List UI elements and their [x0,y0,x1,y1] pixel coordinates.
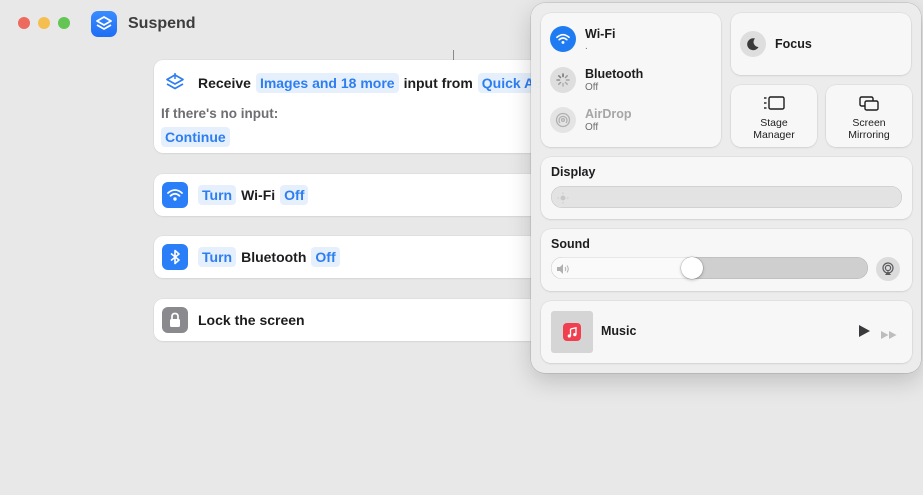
receive-icon [163,71,187,95]
control-center-panel: Wi-Fi . Bluetooth Off AirDrop Off Focus [531,3,921,373]
bluetooth-label: Bluetooth [585,67,644,81]
music-tile[interactable]: Music [541,301,912,363]
wifi-label: Wi-Fi [585,27,616,41]
display-brightness-slider[interactable] [551,186,902,208]
stage-manager-icon [762,95,786,116]
wifi-object-label: Wi-Fi [241,187,276,203]
sound-volume-slider[interactable] [551,257,868,279]
insertion-caret [453,50,454,60]
lock-screen-action[interactable]: Lock the screen [154,299,554,341]
music-note-icon [563,323,581,341]
stage-manager-label-line2: Manager [753,129,795,141]
bluetooth-icon [162,244,188,270]
airdrop-icon [550,107,576,133]
input-types-token[interactable]: Images and 18 more [255,73,399,93]
sound-label: Sound [551,237,590,251]
lock-screen-label: Lock the screen [198,312,305,328]
screen-mirroring-label-line1: Screen [852,117,886,129]
airdrop-label: AirDrop [585,107,632,121]
play-icon[interactable] [857,324,871,343]
speaker-icon [556,262,570,280]
bluetooth-object-label: Bluetooth [241,249,307,265]
bluetooth-status: Off [585,82,599,93]
music-artwork [551,311,593,353]
bluetooth-toggle[interactable]: Bluetooth Off [541,57,721,97]
input-from-label: input from [403,75,473,91]
bluetooth-verb-token[interactable]: Turn [198,247,237,267]
bluetooth-state-token[interactable]: Off [311,247,340,267]
turn-bluetooth-action[interactable]: Turn Bluetooth Off [154,236,554,278]
no-input-label: If there's no input: [161,106,279,121]
music-label: Music [601,324,637,338]
wifi-state-token[interactable]: Off [280,185,309,205]
shortcuts-app-icon [91,11,117,37]
no-input-action-token[interactable]: Continue [161,127,230,147]
airdrop-status: Off [585,122,599,133]
forward-icon[interactable] [880,327,898,345]
wifi-verb-token[interactable]: Turn [198,185,237,205]
screen-mirroring-icon [859,95,879,116]
receive-label: Receive [198,75,251,91]
screen-mirroring-label-line2: Mirroring [848,129,890,141]
wifi-toggle[interactable]: Wi-Fi . [541,13,721,57]
lock-icon [162,307,188,333]
wifi-status: . [585,41,588,52]
airplay-icon[interactable] [876,257,900,281]
wifi-icon [550,26,576,52]
maximize-button[interactable] [58,17,70,29]
moon-icon [740,31,766,57]
close-button[interactable] [18,17,30,29]
sun-icon [557,191,569,209]
focus-label: Focus [775,37,812,51]
sound-tile: Sound [541,229,912,291]
screen-mirroring-tile[interactable]: Screen Mirroring [826,85,912,147]
bluetooth-loading-icon [550,67,576,93]
display-label: Display [551,165,596,179]
sound-volume-knob[interactable] [681,257,703,279]
turn-wifi-action[interactable]: Turn Wi-Fi Off [154,174,554,216]
receive-input-action[interactable]: Receive Images and 18 more input from Qu… [154,60,554,153]
display-tile: Display [541,157,912,219]
focus-tile[interactable]: Focus [731,13,911,75]
window-title: Suspend [128,15,196,32]
stage-manager-label-line1: Stage [760,117,788,129]
airdrop-toggle[interactable]: AirDrop Off [541,97,721,141]
stage-manager-tile[interactable]: Stage Manager [731,85,817,147]
minimize-button[interactable] [38,17,50,29]
wifi-icon [162,182,188,208]
network-tile: Wi-Fi . Bluetooth Off AirDrop Off [541,13,721,147]
